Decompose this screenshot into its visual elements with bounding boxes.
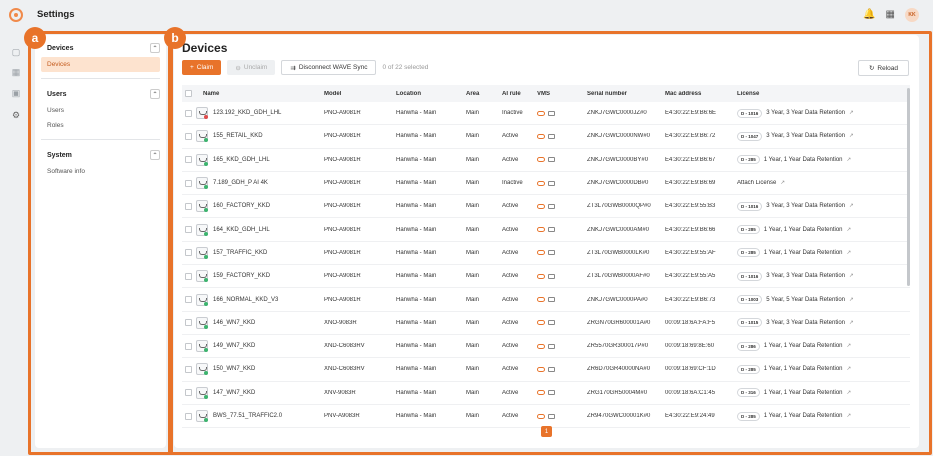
avatar[interactable]: KK [905, 8, 919, 22]
gear-icon[interactable]: ⚙ [11, 110, 21, 120]
annotation-badge-b: b [164, 27, 186, 49]
annotation-badge-a: a [24, 27, 46, 49]
monitor-icon[interactable]: ▣ [11, 88, 21, 98]
top-bar: Settings 🔔 ▦ KK [0, 0, 933, 30]
page-title: Settings [37, 9, 75, 20]
top-icons: 🔔 ▦ KK [863, 8, 919, 22]
bell-icon[interactable]: 🔔 [863, 8, 875, 22]
dashboard-icon[interactable]: ▢ [11, 47, 21, 57]
annotation-frame-b [168, 31, 932, 455]
app-logo[interactable] [9, 8, 23, 22]
annotation-frame-a [28, 31, 173, 455]
apps-grid-icon[interactable]: ▦ [886, 8, 895, 22]
grid-icon[interactable]: ▦ [11, 67, 21, 77]
